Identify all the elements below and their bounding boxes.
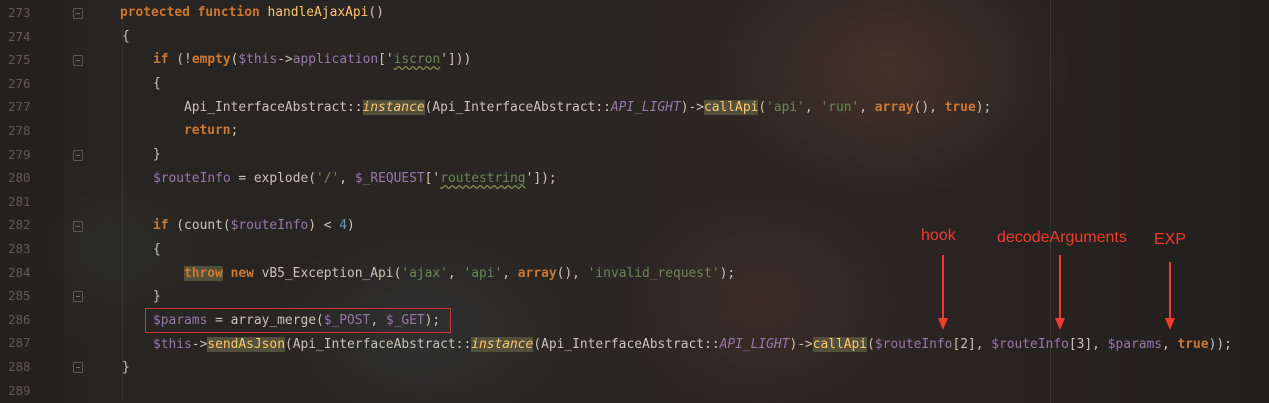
arrow-head-icon — [938, 318, 948, 330]
arrow-head-icon — [1055, 318, 1065, 330]
code-editor[interactable]: 273 274 275 276 277 278 279 280 281 282 283 284 285 2… — [0, 0, 1269, 403]
arrow-head-icon — [1165, 318, 1175, 330]
annotation-arrows — [938, 255, 1175, 330]
